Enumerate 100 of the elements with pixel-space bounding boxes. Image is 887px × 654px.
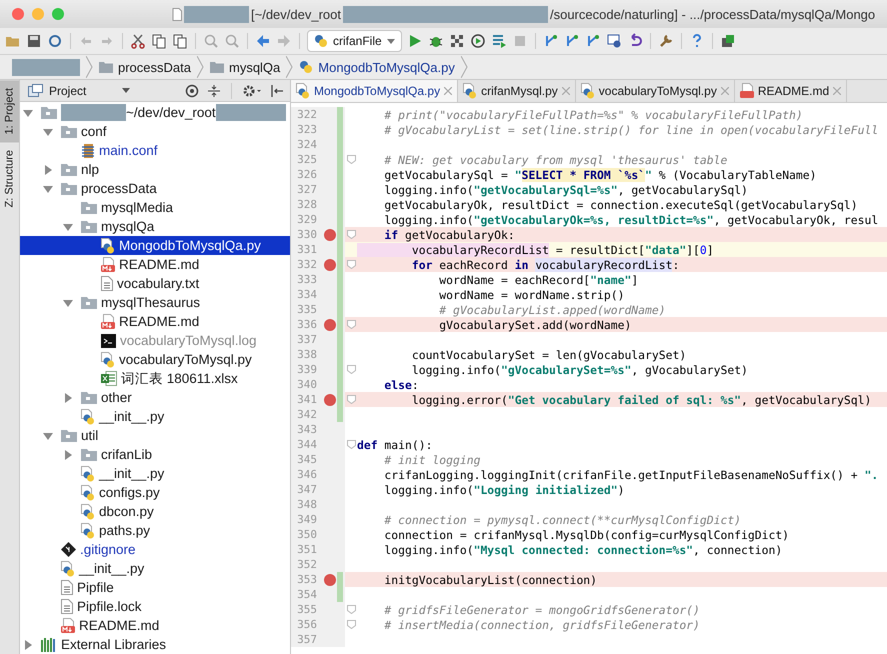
editor-tab[interactable]: crifanMysql.py — [458, 80, 576, 102]
fold-marker-icon[interactable] — [346, 365, 356, 374]
code-line: getVocabularySql = "SELECT * FROM `%s`" % (VocabularyTableName) — [383, 167, 818, 182]
tree-item[interactable]: conf — [20, 122, 290, 141]
code-line: logging.info("Mysql connected: connection=%s", connection) — [383, 542, 784, 557]
tree-item[interactable]: mysqlThesaurus — [20, 293, 290, 312]
profile-icon[interactable] — [470, 33, 486, 49]
expanded-arrow-icon[interactable] — [63, 298, 73, 308]
tree-item[interactable]: README.md — [20, 255, 290, 274]
fold-marker-icon[interactable] — [346, 320, 356, 329]
fold-marker-icon[interactable] — [346, 605, 356, 614]
coverage-icon[interactable] — [448, 33, 465, 49]
wrench-icon[interactable] — [658, 33, 674, 49]
tree-item[interactable]: __init__.py — [20, 559, 290, 578]
tree-item[interactable]: mysqlQa — [20, 217, 290, 236]
build-icon[interactable] — [490, 33, 507, 49]
editor-tab[interactable]: vocabularyToMysql.py — [576, 80, 735, 102]
folder-icon — [81, 202, 97, 214]
tree-item[interactable]: processData — [20, 179, 290, 198]
fold-marker-icon[interactable] — [346, 440, 356, 449]
collapsed-arrow-icon[interactable] — [63, 392, 73, 402]
editor-tab[interactable]: README.md — [734, 80, 848, 102]
tree-item[interactable]: configs.py — [20, 483, 290, 502]
python-file-icon — [101, 352, 115, 368]
replace-icon[interactable] — [224, 33, 240, 49]
expanded-arrow-icon[interactable] — [23, 108, 33, 118]
caret-icon — [386, 38, 395, 44]
breakpoint-icon[interactable] — [324, 228, 336, 240]
breadcrumb-item[interactable]: mysqlQa — [204, 60, 286, 74]
breakpoint-icon[interactable] — [324, 258, 336, 270]
expanded-arrow-icon[interactable] — [43, 184, 53, 194]
tree-item[interactable]: __init__.py — [20, 464, 290, 483]
find-icon[interactable] — [203, 33, 219, 49]
tree-item[interactable]: nlp — [20, 160, 290, 179]
chevron-icon — [196, 56, 204, 78]
close-icon[interactable] — [833, 87, 842, 95]
expanded-arrow-icon[interactable] — [43, 126, 53, 136]
run-configuration-dropdown[interactable]: crifanFile — [307, 30, 402, 52]
breakpoint-icon[interactable] — [324, 574, 336, 586]
tree-item[interactable]: README.md — [20, 312, 290, 331]
fold-marker-icon[interactable] — [346, 155, 356, 164]
cut-icon[interactable] — [130, 33, 146, 49]
save-icon[interactable] — [26, 33, 42, 49]
breakpoint-icon[interactable] — [324, 318, 336, 330]
tree-item[interactable]: MongodbToMysqlQa.py — [20, 236, 290, 255]
close-icon[interactable] — [720, 87, 729, 95]
text-file-icon — [101, 276, 113, 291]
fold-marker-icon[interactable] — [346, 230, 356, 239]
tree-item[interactable]: paths.py — [20, 521, 290, 540]
collapsed-arrow-icon[interactable] — [23, 640, 33, 650]
tree-item[interactable]: .gitignore — [20, 540, 290, 559]
editor-tab[interactable]: MongodbToMysqlQa.py — [291, 80, 458, 102]
tree-item[interactable]: Pipfile.lock — [20, 597, 290, 616]
line-number: 333 — [296, 273, 318, 286]
tree-item[interactable]: External Libraries — [20, 635, 290, 654]
copy-icon[interactable] — [151, 33, 167, 49]
tool-window-tab[interactable]: Z: Structure — [0, 142, 19, 216]
expanded-arrow-icon[interactable] — [63, 222, 73, 232]
code-line: def main(): — [345, 437, 887, 452]
tree-item[interactable]: main.conf — [20, 141, 290, 160]
line-number: 326 — [296, 168, 318, 181]
tree-item[interactable]: other — [20, 388, 290, 407]
collapsed-arrow-icon[interactable] — [43, 164, 53, 174]
close-icon[interactable] — [562, 87, 570, 95]
back-icon[interactable] — [255, 33, 271, 49]
close-icon[interactable] — [444, 87, 452, 95]
fold-marker-icon[interactable] — [346, 395, 356, 404]
expanded-arrow-icon[interactable] — [43, 430, 53, 440]
tree-item[interactable]: mysqlMedia — [20, 198, 290, 217]
tree-item[interactable]: ~/dev/dev_root — [20, 103, 290, 122]
collapsed-arrow-icon[interactable] — [63, 450, 73, 460]
code-line: logging.info("gVocabularySet=%s", gVocabularySet) — [345, 362, 887, 377]
breadcrumb-item[interactable]: processData — [93, 60, 197, 74]
tool-window-tab[interactable]: 1: Project — [0, 80, 19, 142]
breakpoint-icon[interactable] — [324, 394, 336, 406]
maximize-window-icon[interactable] — [52, 8, 64, 20]
tree-item[interactable]: vocabularyToMysql.py — [20, 350, 290, 369]
line-number: 339 — [296, 363, 318, 376]
tree-item[interactable]: dbcon.py — [20, 502, 290, 521]
hide-panel-icon[interactable] — [270, 84, 284, 98]
tree-item[interactable]: vocabulary.txt — [20, 274, 290, 293]
close-window-icon[interactable] — [12, 8, 24, 20]
terminal-file-icon — [101, 334, 116, 348]
tree-item[interactable]: util — [20, 426, 290, 445]
paste-icon[interactable] — [172, 33, 188, 49]
line-number: 346 — [296, 468, 318, 481]
tree-item[interactable]: crifanLib — [20, 445, 290, 464]
tree-item[interactable]: __init__.py — [20, 407, 290, 426]
python-file-icon — [81, 466, 95, 482]
breadcrumb-item[interactable]: MongodbToMysqlQa.py — [293, 60, 461, 74]
fold-marker-icon[interactable] — [346, 620, 356, 629]
tree-item[interactable]: Pipfile — [20, 578, 290, 597]
code-line: # NEW: get vocabulary from mysql 'thesaurus' table — [345, 152, 887, 167]
fold-marker-icon[interactable] — [346, 260, 356, 269]
line-number: 350 — [296, 528, 318, 541]
collapse-all-icon[interactable] — [207, 84, 221, 98]
settings-icon[interactable] — [242, 84, 262, 98]
tree-item[interactable]: README.md — [20, 616, 290, 635]
locate-icon[interactable] — [185, 84, 199, 98]
tree-item[interactable]: 词汇表 180611.xlsx — [20, 369, 290, 388]
